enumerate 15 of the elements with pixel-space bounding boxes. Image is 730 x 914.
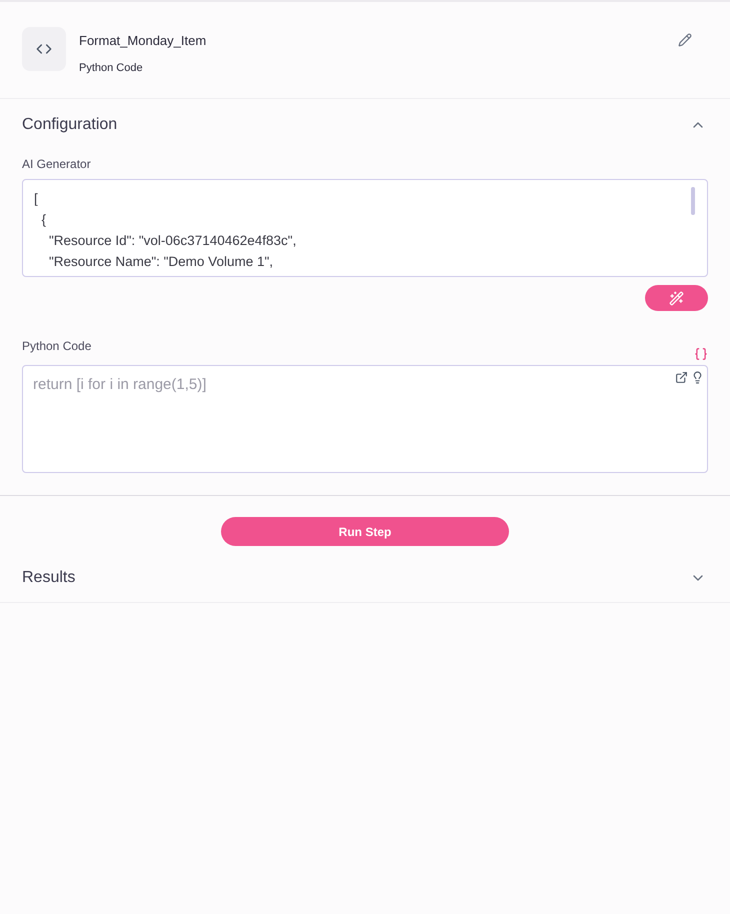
python-code-field[interactable]: return [i for i in range(1,5)]	[22, 365, 708, 473]
open-external-icon[interactable]	[675, 371, 688, 384]
section-title[interactable]: Results	[22, 566, 76, 590]
ai-generator-field[interactable]: [ { "Resource Id": "vol-06c37140462e4f83c", "Resource Name": "Demo Volume 1",	[22, 179, 708, 277]
magic-wand-icon	[669, 290, 684, 306]
lightbulb-icon[interactable]	[691, 371, 704, 384]
variables-icon[interactable]	[694, 347, 708, 361]
field-label: AI Generator	[22, 156, 92, 173]
ai-generate-button[interactable]	[645, 285, 708, 311]
section-title[interactable]: Configuration	[22, 113, 118, 137]
field-label: Python Code	[22, 338, 92, 355]
step-title: Format_Monday_Item	[79, 32, 206, 50]
step-type: Python Code	[79, 60, 144, 76]
scrollbar-thumb[interactable]	[691, 187, 695, 215]
edit-icon[interactable]	[678, 33, 692, 47]
